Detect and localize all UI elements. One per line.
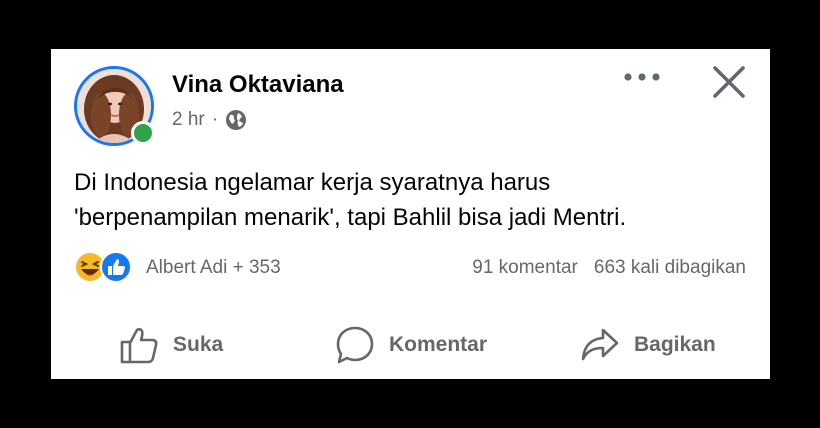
post-text-line: 'berpenampilan menarik', tapi Bahlil bis… xyxy=(74,204,627,231)
share-label: Bagikan xyxy=(634,333,716,356)
engagement-counts: 91 komentar 663 kali dibagikan xyxy=(472,257,746,279)
globe-icon xyxy=(226,110,247,130)
comment-button[interactable]: Komentar xyxy=(335,325,487,365)
thumbs-up-icon xyxy=(120,327,158,364)
author-avatar-wrap[interactable] xyxy=(74,66,155,146)
like-reaction-icon xyxy=(100,251,132,283)
post-card: Vina Oktaviana 2 hr · Di Indonesia ngela… xyxy=(51,49,770,379)
post-text: Di Indonesia ngelamar kerja syaratnya ha… xyxy=(74,165,754,235)
reactors-text[interactable]: Albert Adi + 353 xyxy=(146,257,281,279)
author-name[interactable]: Vina Oktaviana xyxy=(172,71,344,99)
online-status-dot xyxy=(131,121,155,145)
close-icon[interactable] xyxy=(710,63,748,101)
post-time[interactable]: 2 hr xyxy=(172,109,205,131)
comment-bubble-icon xyxy=(336,326,374,364)
meta-separator: · xyxy=(211,109,219,130)
post-meta: 2 hr · xyxy=(172,109,247,131)
share-count[interactable]: 663 kali dibagikan xyxy=(594,257,746,279)
like-label: Suka xyxy=(173,333,224,356)
share-arrow-icon xyxy=(581,328,619,361)
more-options-icon[interactable] xyxy=(622,65,662,89)
share-button[interactable]: Bagikan xyxy=(580,325,716,365)
like-button[interactable]: Suka xyxy=(119,325,223,365)
post-text-line: Di Indonesia ngelamar kerja syaratnya ha… xyxy=(74,169,551,196)
reaction-icons[interactable] xyxy=(74,251,138,283)
comment-label: Komentar xyxy=(389,333,488,356)
comment-count[interactable]: 91 komentar xyxy=(472,257,578,279)
reactions-summary: Albert Adi + 353 91 komentar 663 kali di… xyxy=(74,251,746,285)
